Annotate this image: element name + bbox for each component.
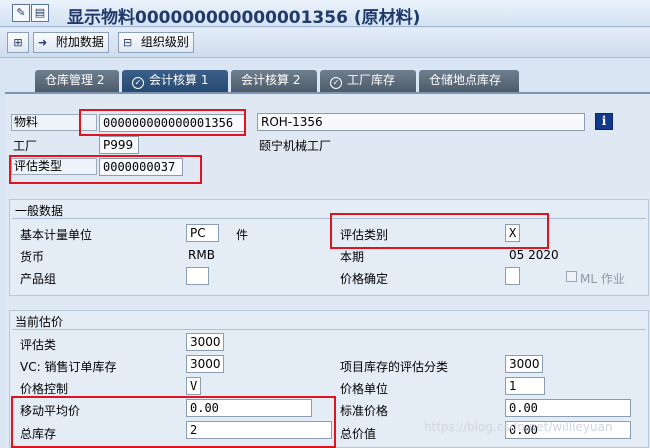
period-label: 本期 (340, 250, 365, 264)
arrow-right-icon: ➜ (38, 36, 48, 49)
standard-price-field[interactable]: 0.00 (505, 399, 631, 417)
valuation-class-field[interactable]: 3000 (186, 333, 224, 351)
highlight-price-stock (11, 396, 336, 448)
additional-data-label: 附加数据 (55, 35, 104, 49)
tab-label: 会计核算 1 (149, 73, 209, 87)
price-control-field[interactable]: V (186, 377, 201, 395)
tab-label: 仓储地点库存 (429, 73, 502, 87)
valuation-class-label: 评估类 (20, 338, 57, 352)
tab-plant-stock[interactable]: ✓ 工厂库存 (320, 70, 416, 92)
info-icon[interactable]: i (595, 113, 613, 130)
current-valuation-title: 当前估价 (15, 315, 64, 329)
period-value: 05 2020 (509, 248, 559, 262)
tab-warehouse-mgmt-2[interactable]: 仓库管理 2 (35, 70, 119, 92)
currency-label: 货币 (20, 250, 45, 264)
project-stock-class-label: 项目库存的评估分类 (340, 360, 449, 374)
group-divider (12, 218, 646, 219)
standard-price-label: 标准价格 (340, 404, 389, 418)
org-levels-label: 组织级别 (140, 35, 189, 49)
additional-data-button[interactable]: ➜ 附加数据 (33, 32, 109, 53)
division-label: 产品组 (20, 272, 57, 286)
plant-label: 工厂 (13, 139, 38, 153)
division-field[interactable] (186, 267, 209, 285)
checkmark-icon: ✓ (132, 77, 144, 89)
highlight-material (79, 109, 246, 136)
general-data-title: 一般数据 (15, 204, 64, 218)
plant-name: 颐宁机械工厂 (259, 139, 332, 153)
tab-strip: 仓库管理 2 ✓ 会计核算 1 会计核算 2 ✓ 工厂库存 仓储地点库存 (0, 58, 650, 92)
material-description-field[interactable]: ROH-1356 (257, 113, 585, 131)
base-uom-field[interactable]: PC (186, 224, 219, 242)
ml-act-label: ML 作业 (580, 272, 625, 286)
price-unit-field[interactable]: 1 (505, 377, 545, 395)
price-control-label: 价格控制 (20, 382, 69, 396)
tab-storage-loc-stock[interactable]: 仓储地点库存 (419, 70, 519, 92)
vc-sales-order-stock-label: VC: 销售订单库存 (20, 360, 117, 374)
highlight-valuation-category (330, 213, 549, 249)
other-view-button[interactable]: ⊞ (7, 32, 29, 53)
page-title: 显示物料000000000000001356 (原材料) (67, 8, 421, 28)
plant-field[interactable]: P999 (99, 136, 139, 154)
price-determination-field[interactable] (505, 267, 520, 285)
tab-label: 会计核算 2 (241, 73, 301, 87)
base-uom-label: 基本计量单位 (20, 228, 93, 242)
document-icon[interactable]: ▤ (31, 4, 49, 22)
tab-label: 仓库管理 2 (45, 73, 105, 87)
hierarchy-icon: ⊟ (123, 36, 133, 49)
project-stock-class-field[interactable]: 3000 (505, 355, 543, 373)
price-determination-label: 价格确定 (340, 272, 389, 286)
ml-act-checkbox[interactable] (566, 271, 577, 282)
tab-label: 工厂库存 (347, 73, 396, 87)
group-divider (12, 329, 646, 330)
display-change-icon[interactable]: ✎ (12, 4, 30, 22)
currency-value: RMB (188, 248, 215, 262)
tab-accounting-1[interactable]: ✓ 会计核算 1 (122, 70, 228, 92)
tab-accounting-2[interactable]: 会计核算 2 (231, 70, 317, 92)
checkmark-icon: ✓ (330, 77, 342, 89)
price-unit-label: 价格单位 (340, 382, 389, 396)
views-icon: ⊞ (13, 36, 23, 49)
watermark-text: https://blog.csdn.net/willieyuan (424, 420, 613, 434)
app-toolbar: ⊞ ➜ 附加数据 ⊟ 组织级别 (0, 28, 650, 58)
title-bar: ✎ ▤ 显示物料000000000000001356 (原材料) (0, 0, 650, 28)
highlight-valuation-type (9, 155, 202, 184)
total-value-label: 总价值 (340, 427, 377, 441)
base-uom-text: 件 (236, 228, 249, 242)
vc-sales-order-stock-field[interactable]: 3000 (186, 355, 224, 373)
org-levels-button[interactable]: ⊟ 组织级别 (118, 32, 194, 53)
